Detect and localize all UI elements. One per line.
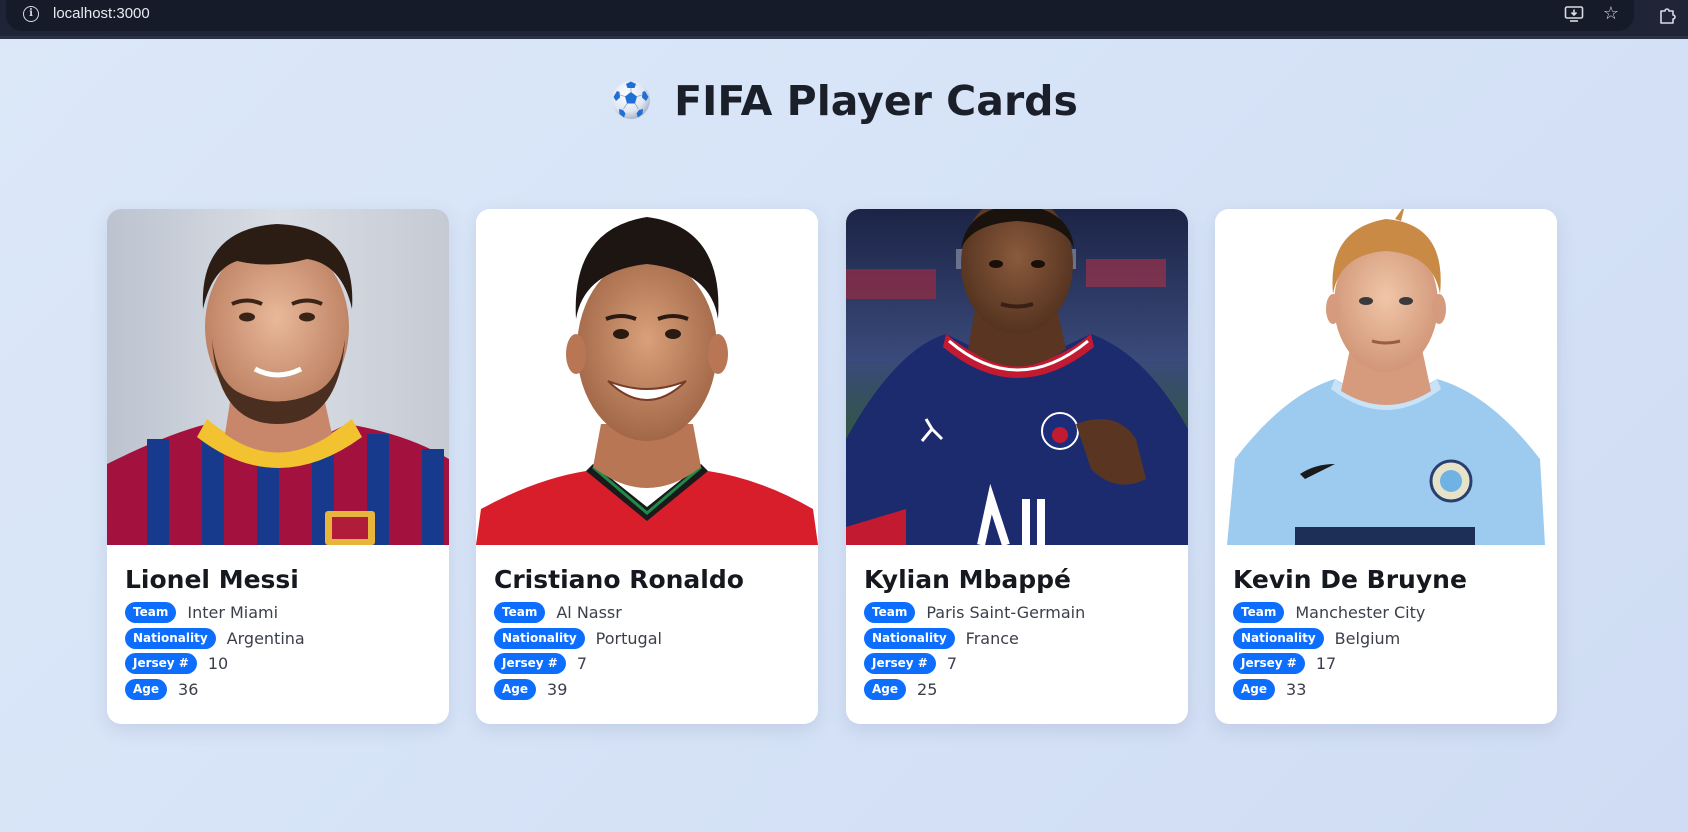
player-name: Cristiano Ronaldo — [494, 565, 744, 594]
player-card-grid: Lionel Messi Team Inter Miami Nationalit… — [0, 209, 1688, 725]
age-badge: Age — [125, 678, 168, 700]
nationality-row: Nationality Argentina — [125, 626, 435, 652]
install-app-icon[interactable] — [1562, 3, 1586, 25]
card-body: Kevin De Bruyne Team Manchester City Nat… — [1233, 563, 1543, 702]
age-badge: Age — [1233, 678, 1276, 700]
age-badge: Age — [864, 678, 907, 700]
jersey-value: 7 — [946, 654, 958, 674]
nationality-badge: Nationality — [864, 627, 955, 649]
player-name: Kylian Mbappé — [864, 565, 1071, 594]
player-card[interactable]: Kevin De Bruyne Team Manchester City Nat… — [1215, 209, 1557, 724]
team-badge: Team — [125, 602, 177, 624]
browser-toolbar: i localhost:3000 ☆ — [0, 0, 1688, 39]
nationality-value: Belgium — [1334, 628, 1401, 648]
nationality-row: Nationality France — [864, 626, 1174, 652]
page-title-text: FIFA Player Cards — [674, 77, 1078, 125]
card-body: Lionel Messi Team Inter Miami Nationalit… — [125, 563, 435, 702]
jersey-badge: Jersey # — [864, 653, 936, 675]
nationality-badge: Nationality — [1233, 627, 1324, 649]
player-photo — [846, 209, 1188, 545]
jersey-row: Jersey # 10 — [125, 651, 435, 677]
nationality-value: France — [965, 628, 1019, 648]
team-value: Paris Saint-Germain — [926, 603, 1086, 623]
player-photo — [107, 209, 449, 545]
extensions-icon[interactable] — [1656, 3, 1680, 25]
url-text[interactable]: localhost:3000 — [53, 5, 150, 22]
team-value: Inter Miami — [187, 603, 279, 623]
nationality-value: Argentina — [226, 628, 305, 648]
age-value: 36 — [178, 679, 199, 699]
nationality-badge: Nationality — [125, 627, 216, 649]
age-value: 33 — [1286, 679, 1307, 699]
player-card[interactable]: Kylian Mbappé Team Paris Saint-Germain N… — [846, 209, 1188, 724]
team-value: Manchester City — [1295, 603, 1426, 623]
jersey-row: Jersey # 7 — [494, 651, 804, 677]
jersey-value: 10 — [207, 654, 229, 674]
jersey-value: 7 — [576, 654, 588, 674]
jersey-row: Jersey # 7 — [864, 651, 1174, 677]
team-row: Team Inter Miami — [125, 600, 435, 626]
address-bar[interactable]: i localhost:3000 — [6, 0, 1634, 31]
card-body: Kylian Mbappé Team Paris Saint-Germain N… — [864, 563, 1174, 702]
site-info-icon[interactable]: i — [23, 6, 39, 22]
age-row: Age 36 — [125, 677, 435, 703]
jersey-badge: Jersey # — [125, 653, 197, 675]
nationality-row: Nationality Portugal — [494, 626, 804, 652]
age-row: Age 25 — [864, 677, 1174, 703]
age-value: 39 — [547, 679, 568, 699]
page-title: FIFA Player Cards — [0, 77, 1688, 125]
player-name: Kevin De Bruyne — [1233, 565, 1467, 594]
age-row: Age 39 — [494, 677, 804, 703]
team-badge: Team — [1233, 602, 1285, 624]
team-row: Team Paris Saint-Germain — [864, 600, 1174, 626]
jersey-row: Jersey # 17 — [1233, 651, 1543, 677]
team-badge: Team — [864, 602, 916, 624]
age-row: Age 33 — [1233, 677, 1543, 703]
player-name: Lionel Messi — [125, 565, 299, 594]
nationality-badge: Nationality — [494, 627, 585, 649]
nationality-row: Nationality Belgium — [1233, 626, 1543, 652]
team-badge: Team — [494, 602, 546, 624]
bookmark-star-icon[interactable]: ☆ — [1599, 3, 1623, 25]
card-body: Cristiano Ronaldo Team Al Nassr National… — [494, 563, 804, 702]
team-row: Team Al Nassr — [494, 600, 804, 626]
player-card[interactable]: Cristiano Ronaldo Team Al Nassr National… — [476, 209, 818, 724]
jersey-badge: Jersey # — [1233, 653, 1305, 675]
nationality-value: Portugal — [595, 628, 662, 648]
team-row: Team Manchester City — [1233, 600, 1543, 626]
jersey-badge: Jersey # — [494, 653, 566, 675]
age-value: 25 — [917, 679, 938, 699]
age-badge: Age — [494, 678, 537, 700]
team-value: Al Nassr — [556, 603, 622, 623]
player-card[interactable]: Lionel Messi Team Inter Miami Nationalit… — [107, 209, 449, 724]
jersey-value: 17 — [1315, 654, 1337, 674]
player-photo — [476, 209, 818, 545]
player-photo — [1215, 209, 1557, 545]
soccer-ball-icon — [612, 81, 651, 119]
